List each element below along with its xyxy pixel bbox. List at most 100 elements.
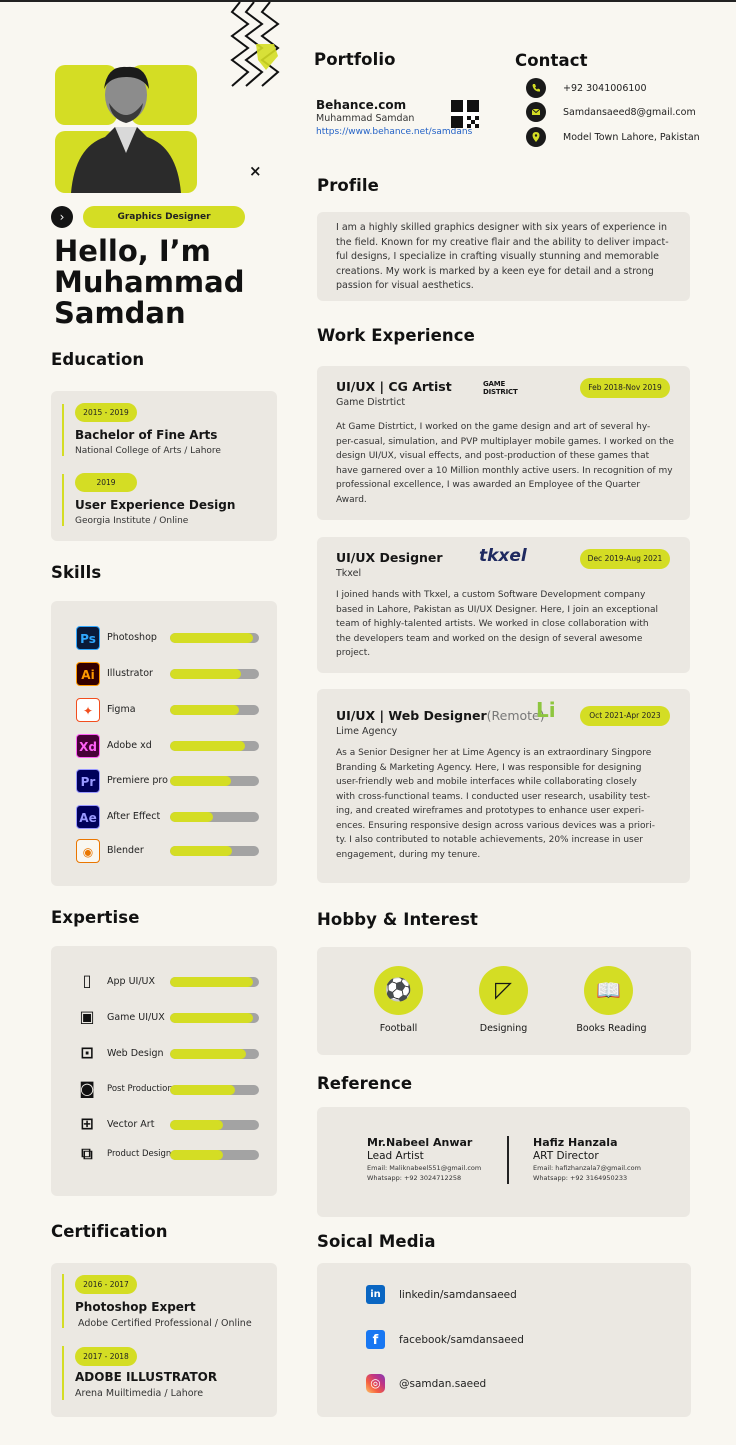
job-line: project. (336, 648, 371, 658)
social-handle[interactable]: facebook/samdansaeed (399, 1334, 524, 1346)
phone-icon (526, 78, 546, 98)
skill-level-bar (170, 776, 259, 786)
skill-label: After Effect (107, 811, 161, 822)
reference-card: Mr.Nabeel Anwar Lead Artist Email: Malik… (317, 1107, 690, 1217)
expertise-title: Expertise (51, 908, 140, 927)
portfolio-link[interactable]: https://www.behance.net/samdans (316, 127, 472, 137)
job-card: UI/UX | CG Artist Game Distrtict GAME DI… (317, 366, 690, 520)
skill-label: Photoshop (107, 632, 157, 643)
certification-card: 2016 - 2017 Photoshop Expert Adobe Certi… (51, 1263, 277, 1417)
skill-level-bar (170, 669, 259, 679)
premiere-pro-icon: Pr (76, 769, 100, 793)
reference-name: Mr.Nabeel Anwar (367, 1136, 473, 1149)
book-icon: 📖 (584, 966, 633, 1015)
job-dates: Oct 2021-Apr 2023 (580, 706, 670, 726)
skill-label: Illustrator (107, 668, 153, 679)
expertise-card: ▯ App UI/UX ▣ Game UI/UX ⊡ Web Design ◙ Post Pr… (51, 946, 277, 1196)
mail-icon (526, 102, 546, 122)
expertise-level-bar (170, 1150, 259, 1160)
hobby-card: ⚽ Football ◸ Designing 📖 Books Reading (317, 947, 691, 1055)
job-line: Award. (336, 494, 367, 505)
skill-level-fill (170, 705, 240, 715)
job-description: I joined hands with Tkxel, a custom Soft… (336, 588, 658, 661)
skill-level-bar (170, 812, 259, 822)
expertise-label: Web Design (107, 1048, 164, 1059)
lime-agency-logo: Li (536, 698, 556, 722)
expertise-label: Post Production (107, 1084, 173, 1094)
instagram-icon[interactable]: ◎ (366, 1374, 385, 1393)
qr-code-icon[interactable] (451, 100, 479, 128)
skill-level-fill (170, 812, 213, 822)
skill-level-fill (170, 633, 253, 643)
expertise-level-bar (170, 1013, 259, 1023)
expertise-level-fill (170, 1013, 253, 1023)
mobile-app-icon: ▯ (82, 971, 92, 990)
hobby-title: Hobby & Interest (317, 910, 479, 929)
social-handle[interactable]: linkedin/samdansaeed (399, 1289, 517, 1301)
education-card: 2015 - 2019 Bachelor of Fine Arts Nation… (51, 391, 277, 541)
reference-name: Hafiz Hanzala (533, 1136, 618, 1149)
profile-card: I am a highly skilled graphics designer … (317, 212, 690, 301)
expertise-level-fill (170, 1049, 246, 1059)
profile-line: ful designs, I specialize in crafting vi… (336, 251, 659, 262)
adobe-xd-icon: Xd (76, 734, 100, 758)
contact-address: Model Town Lahore, Pakistan (563, 132, 700, 143)
job-card: UI/UX Designer Tkxel tkxel Dec 2019-Aug … (317, 537, 690, 673)
tkxel-logo: tkxel (479, 546, 527, 566)
expertise-level-fill (170, 1150, 224, 1160)
location-pin-icon (526, 127, 546, 147)
after-effects-icon: Ae (76, 805, 100, 829)
expertise-level-fill (170, 1085, 235, 1095)
linkedin-icon[interactable]: in (366, 1285, 385, 1304)
reference-title: Reference (317, 1074, 413, 1093)
reference-email[interactable]: Email: Maliknabeel551@gmail.com (367, 1164, 481, 1172)
job-dates: Feb 2018-Nov 2019 (580, 378, 670, 398)
skill-level-bar (170, 741, 259, 751)
profile-line: creations. My work is marked by a keen e… (336, 265, 654, 277)
job-line: Branding & Marketing Agency. Here, I was… (336, 762, 642, 773)
reference-role: Lead Artist (367, 1150, 424, 1162)
portfolio-title: Portfolio (314, 50, 396, 69)
job-description: At Game Distrtict, I worked on the game … (336, 420, 674, 507)
post-production-icon: ◙ (79, 1079, 95, 1098)
reference-whatsapp[interactable]: Whatsapp: +92 3024712258 (367, 1174, 461, 1182)
skill-level-bar (170, 846, 259, 856)
job-line: professional excellence, I was awarded a… (336, 480, 641, 490)
expertise-label: Game UI/UX (107, 1012, 165, 1023)
certification-title: Certification (51, 1222, 168, 1241)
job-line: per-casual, simulation, and PVP multipla… (336, 436, 674, 447)
game-icon: ▣ (79, 1007, 95, 1026)
chevron-right-icon[interactable]: › (51, 206, 73, 228)
game-district-logo: GAME DISTRICT (483, 380, 518, 396)
vector-art-icon: ⊞ (80, 1114, 94, 1133)
skill-level-bar (170, 633, 259, 643)
contact-phone[interactable]: +92 3041006100 (563, 83, 647, 94)
social-card: in linkedin/samdansaeed f facebook/samda… (317, 1263, 691, 1417)
facebook-icon[interactable]: f (366, 1330, 385, 1349)
job-line: have garnered over a 10 Million monthly … (336, 465, 673, 476)
job-company: Game Distrtict (336, 397, 406, 408)
hello-heading: Hello, I’m Muhammad Samdan (54, 236, 244, 329)
skill-label: Blender (107, 845, 144, 856)
job-role: UI/UX | CG Artist (336, 379, 452, 394)
title-badge: Graphics Designer (83, 206, 245, 228)
expertise-label: App UI/UX (107, 976, 155, 987)
contact-email[interactable]: Samdansaeed8@gmail.com (563, 107, 696, 118)
skill-label: Premiere pro (107, 775, 168, 786)
job-line: I joined hands with Tkxel, a custom Soft… (336, 590, 646, 600)
expertise-level-bar (170, 977, 259, 987)
social-handle[interactable]: @samdan.saeed (399, 1378, 486, 1390)
photoshop-icon: Ps (76, 626, 100, 650)
job-role-text: UI/UX | Web Designer (336, 708, 487, 723)
education-years: 2019 (75, 473, 137, 492)
profile-line: passion for visual aesthetics. (336, 280, 474, 291)
job-line: At Game Distrtict, I worked on the game … (336, 422, 651, 432)
reference-whatsapp[interactable]: Whatsapp: +92 3164950233 (533, 1174, 627, 1182)
zigzag-decoration (230, 1, 280, 87)
product-design-icon: ⧉ (81, 1144, 93, 1163)
certification-org: Adobe Certified Professional / Online (78, 1318, 252, 1329)
profile-text: I am a highly skilled graphics designer … (336, 221, 669, 294)
reference-email[interactable]: Email: hafizhanzala7@gmail.com (533, 1164, 641, 1172)
profile-title: Profile (317, 176, 379, 195)
skill-level-bar (170, 705, 259, 715)
